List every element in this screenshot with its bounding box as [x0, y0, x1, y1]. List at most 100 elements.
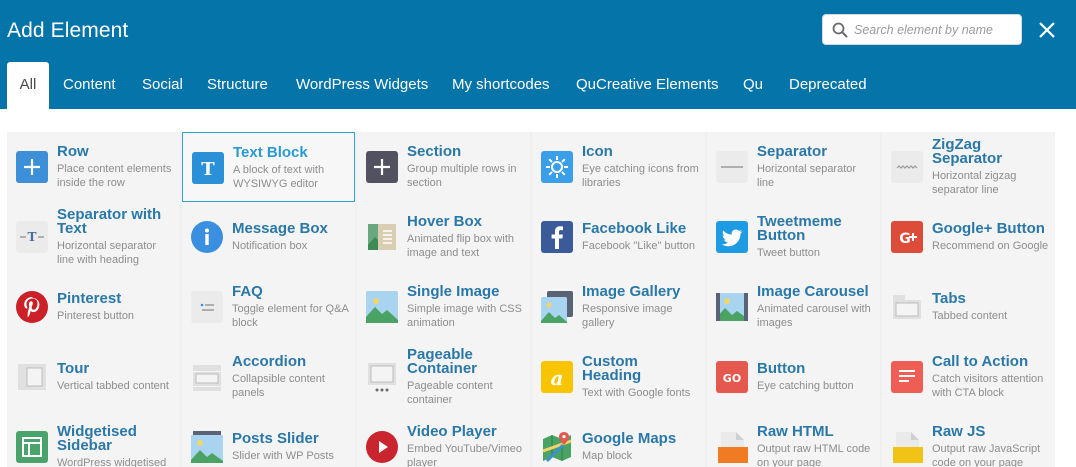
element-name: Pageable Container: [407, 345, 478, 377]
element-description: Horizontal separator line with heading: [57, 239, 157, 266]
element-description: Place content elements inside the row: [57, 162, 172, 189]
accordion-icon: [191, 361, 223, 393]
element-image-carousel[interactable]: Image Carousel Animated carousel with ima…: [707, 272, 880, 342]
element-accordion[interactable]: Accordion Collapsible content panels: [182, 342, 355, 412]
tab-structure[interactable]: Structure: [207, 62, 268, 109]
element-text: Facebook Like Facebook "Like" button: [582, 202, 701, 272]
search-input[interactable]: Search element by name: [822, 14, 1022, 45]
element-call-to-action[interactable]: Call to Action Catch visitors attention w…: [882, 342, 1055, 412]
element-image-gallery[interactable]: Image Gallery Responsive image gallery: [532, 272, 705, 342]
svg-text:T: T: [28, 230, 37, 244]
element-name: Widgetised Sidebar: [57, 422, 137, 454]
element-description: Horizontal zigzag separator line: [932, 169, 1017, 196]
separator-text-icon: T: [16, 221, 48, 253]
element-name: Raw HTML: [757, 422, 834, 440]
svg-text:T: T: [201, 159, 215, 180]
tab-my-shortcodes[interactable]: My shortcodes: [452, 62, 550, 109]
element-description: Text with Google fonts: [582, 386, 691, 399]
tab-qu[interactable]: Qu: [743, 62, 763, 109]
element-tabs[interactable]: Tabs Tabbed content: [882, 272, 1055, 342]
google-plus-icon: G: [891, 221, 923, 253]
element-facebook-like[interactable]: Facebook Like Facebook "Like" button: [532, 202, 705, 272]
element-name: Tabs: [932, 289, 966, 307]
tab-social[interactable]: Social: [142, 62, 183, 109]
element-video-player[interactable]: Video Player Embed YouTube/Vimeo player: [357, 412, 530, 467]
element-description: Slider with WP Posts: [232, 449, 334, 462]
element-name: Hover Box: [407, 212, 483, 230]
element-tour[interactable]: Tour Vertical tabbed content: [7, 342, 180, 412]
element-description: Tweet button: [757, 246, 820, 259]
element-separator-with-text[interactable]: T Separator with Text Horizontal separator…: [7, 202, 180, 272]
element-text: Raw JS Output raw JavaScript code on your…: [932, 412, 1051, 467]
element-text: Image Carousel Animated carousel with ima…: [757, 272, 876, 342]
element-text: Custom Heading Text with Google fonts: [582, 342, 701, 412]
element-button[interactable]: GO Button Eye catching button: [707, 342, 880, 412]
sidebar-icon: [16, 431, 48, 463]
cta-icon: [891, 361, 923, 393]
modal-header: Add Element Search element by name All C…: [0, 0, 1076, 109]
svg-text:a: a: [551, 366, 564, 390]
element-name: ZigZag Separator: [932, 135, 1003, 167]
element-name: Button: [757, 359, 806, 377]
element-pinterest[interactable]: Pinterest Pinterest button: [7, 272, 180, 342]
element-text: Single Image Simple image with CSS animat…: [407, 272, 526, 342]
element-name: Pinterest: [57, 289, 122, 307]
tabs-icon: [891, 291, 923, 323]
element-google-button[interactable]: G Google+ Button Recommend on Google: [882, 202, 1055, 272]
element-row[interactable]: Row Place content elements inside the row: [7, 132, 180, 202]
facebook-icon: [541, 221, 573, 253]
close-button[interactable]: [1036, 19, 1058, 41]
svg-text:G: G: [899, 231, 911, 247]
element-description: WordPress widgetised: [57, 456, 167, 467]
element-widgetised-sidebar[interactable]: Widgetised Sidebar WordPress widgetised: [7, 412, 180, 467]
element-grid: Row Place content elements inside the row…: [7, 132, 1055, 467]
element-description: Output raw HTML code on your page: [757, 442, 871, 467]
posts-slider-icon: [191, 431, 223, 463]
element-text-block[interactable]: T Text Block A block of text with WYSIWYG …: [182, 132, 355, 202]
element-hover-box[interactable]: Hover Box Animated flip box with image an…: [357, 202, 530, 272]
element-text: Tweetmeme Button Tweet button: [757, 202, 876, 272]
element-posts-slider[interactable]: Posts Slider Slider with WP Posts: [182, 412, 355, 467]
element-icon[interactable]: Icon Eye catching icons from libraries: [532, 132, 705, 202]
element-faq[interactable]: FAQ Toggle element for Q&A block: [182, 272, 355, 342]
tab-qucreative-elements[interactable]: QuCreative Elements: [576, 62, 719, 109]
search-placeholder: Search element by name: [854, 23, 993, 37]
element-custom-heading[interactable]: a Custom Heading Text with Google fonts: [532, 342, 705, 412]
element-zigzag-separator[interactable]: ZigZag Separator Horizontal zigzag separa…: [882, 132, 1055, 202]
element-text: Google+ Button Recommend on Google: [932, 202, 1051, 272]
element-name: Separator with Text: [57, 205, 162, 237]
element-name: Image Carousel: [757, 282, 869, 300]
tab-all[interactable]: All: [7, 62, 49, 109]
tour-icon: [16, 361, 48, 393]
element-message-box[interactable]: Message Box Notification box: [182, 202, 355, 272]
element-text: Call to Action Catch visitors attention w…: [932, 342, 1051, 412]
element-description: Pageable content container: [407, 379, 493, 406]
element-text: Separator with Text Horizontal separator …: [57, 202, 176, 272]
element-raw-js[interactable]: Raw JS Output raw JavaScript code on your…: [882, 412, 1055, 467]
tab-deprecated[interactable]: Deprecated: [789, 62, 867, 109]
element-section[interactable]: Section Group multiple rows in section: [357, 132, 530, 202]
element-description: Simple image with CSS animation: [407, 302, 522, 329]
element-separator[interactable]: Separator Horizontal separator line: [707, 132, 880, 202]
element-text: Video Player Embed YouTube/Vimeo player: [407, 412, 526, 467]
element-google-maps[interactable]: Google Maps Map block: [532, 412, 705, 467]
element-name: Facebook Like: [582, 219, 687, 237]
element-pageable-container[interactable]: Pageable Container Pageable content conta…: [357, 342, 530, 412]
image-icon: [366, 291, 398, 323]
hover-box-icon: [366, 221, 398, 253]
custom-heading-icon: a: [541, 361, 573, 393]
element-name: Call to Action: [932, 352, 1029, 370]
element-name: Raw JS: [932, 422, 986, 440]
pageable-icon: [366, 361, 398, 393]
element-description: Embed YouTube/Vimeo player: [407, 442, 522, 467]
tab-content[interactable]: Content: [63, 62, 116, 109]
element-single-image[interactable]: Single Image Simple image with CSS animat…: [357, 272, 530, 342]
element-text: Icon Eye catching icons from libraries: [582, 132, 701, 202]
element-description: Recommend on Google: [932, 239, 1049, 252]
element-name: Message Box: [232, 219, 328, 237]
element-raw-html[interactable]: Raw HTML Output raw HTML code on your pag…: [707, 412, 880, 467]
element-text: Hover Box Animated flip box with image an…: [407, 202, 526, 272]
element-tweetmeme-button[interactable]: Tweetmeme Button Tweet button: [707, 202, 880, 272]
tab-wordpress-widgets[interactable]: WordPress Widgets: [296, 62, 428, 109]
element-description: Eye catching button: [757, 379, 854, 392]
